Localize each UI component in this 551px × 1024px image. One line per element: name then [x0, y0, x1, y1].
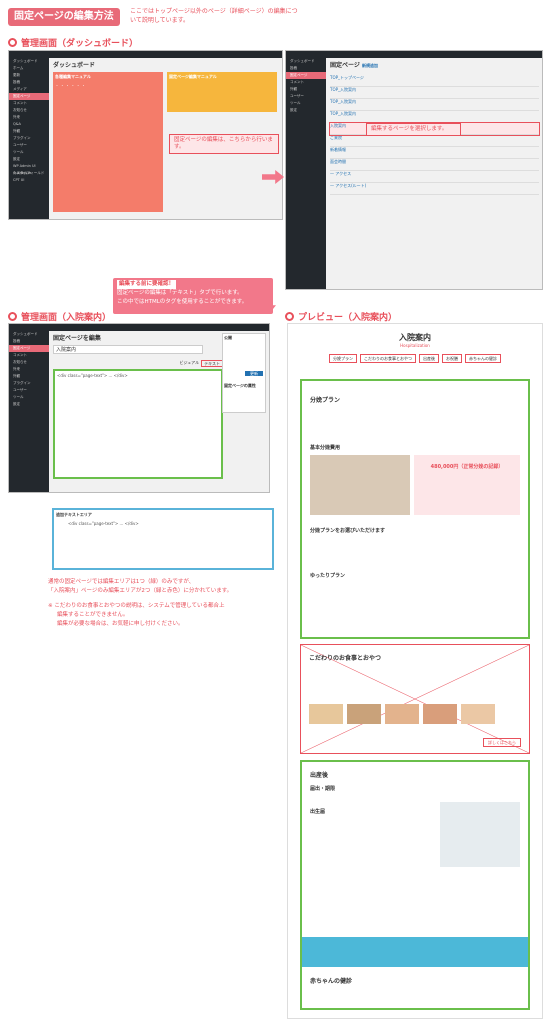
pages-title: 固定ページ 新規追加	[330, 62, 378, 69]
circle-icon	[8, 38, 17, 47]
admin-sidebar: ダッシュボード ホーム 更新 投稿 メディア 固定ページ コメント お知らせ 外来 Q&A 外観…	[9, 58, 49, 219]
tab-food[interactable]: こだわりのお食事とおやつ	[360, 354, 416, 363]
green-area: 分娩プラン 基本分娩費用 480,000円（正常分娩の記録） 分娩プランをお選び…	[300, 379, 530, 639]
tab-plan[interactable]: 分娩プラン	[329, 354, 357, 363]
main-editor[interactable]: <div class="page-text"> ... </div>	[53, 369, 223, 479]
title-input[interactable]: 入院案内	[53, 345, 203, 354]
tab-visual[interactable]: ビジュアル	[180, 360, 200, 367]
page-title: 固定ページの編集方法	[8, 8, 120, 26]
page-manual-widget: 固定ページ編集マニュアル	[167, 72, 277, 112]
table-row[interactable]: 新着情報	[330, 147, 539, 159]
table-row[interactable]: TOP_トップページ	[330, 75, 539, 87]
manual-widget: 各種編集マニュアル ・ ・ ・ ・ ・ ・	[53, 72, 163, 212]
dashboard-screenshot: ダッシュボード ホーム 更新 投稿 メディア 固定ページ コメント お知らせ 外来 Q&A 外観…	[8, 50, 283, 220]
pages-callout: 編集するページを選択します。	[366, 123, 461, 136]
admin-bar	[9, 51, 282, 58]
tab-text[interactable]: テキスト	[201, 360, 223, 367]
room-image	[310, 455, 410, 515]
page: { "header":{"title":"固定ページの編集方法","desc":…	[0, 0, 551, 1024]
section-edit-heading: 管理画面（入院案内）	[8, 310, 111, 323]
table-row[interactable]: TOP_入院案内	[330, 111, 539, 123]
dashboard-callout: 固定ページの編集は、こちらから行います。	[169, 134, 279, 154]
red-area: こだわりのお食事とおやつ 詳しくはこちら	[300, 644, 530, 754]
preview-screenshot: 入院案内 Hospitalization 分娩プラン こだわりのお食事とおやつ …	[287, 323, 543, 1019]
table-row[interactable]: — アクセス(ルート)	[330, 183, 539, 195]
form-image	[440, 802, 520, 867]
edit-note: 編集する前に要確認！ 固定ページの編集は「テキスト」タブで行います。 この中では…	[113, 278, 273, 314]
tab-after[interactable]: 出産後	[419, 354, 439, 363]
circle-icon	[285, 312, 294, 321]
table-row[interactable]: TOP_入院案内	[330, 99, 539, 111]
sub-editor[interactable]: 追加テキストエリア <div class="page-text"> ... </…	[52, 508, 274, 570]
page-description: ここではトップページ以外のページ（詳細ページ）の編集について説明しています。	[130, 8, 298, 24]
explain-text: 通常の固定ページでは編集エリアは1つ（緑）のみですが、 「入院案内」ページのみ編…	[48, 579, 233, 627]
section-preview-heading: プレビュー（入院案内）	[285, 310, 397, 323]
section-dashboard-heading: 管理画面（ダッシュボード）	[8, 36, 138, 49]
table-row[interactable]: 面会時間	[330, 159, 539, 171]
table-row[interactable]: TOP_入院案内	[330, 87, 539, 99]
circle-icon	[8, 312, 17, 321]
more-button[interactable]: 詳しくはこちら	[483, 738, 521, 747]
publish-box: 公開 更新 固定ページの属性	[222, 333, 266, 413]
edit-screenshot: ダッシュボード 投稿 固定ページ コメント お知らせ 外来 外観 プラグイン ユーザー ツール 設定…	[8, 323, 270, 493]
add-new-button[interactable]: 新規追加	[362, 63, 378, 68]
pages-list-screenshot: ダッシュボード 投稿 固定ページ コメント 外観 ユーザー ツール 設定 固定ページ 新規追加…	[285, 50, 543, 290]
green-area-2: 出産後 届出・期限 出生届 赤ちゃんの健診	[300, 760, 530, 1010]
update-button[interactable]: 更新	[245, 371, 263, 376]
table-row[interactable]: ご来院	[330, 135, 539, 147]
tab-baby[interactable]: 赤ちゃんの健診	[465, 354, 501, 363]
tab-meal[interactable]: お祝膳	[442, 354, 462, 363]
dashboard-title: ダッシュボード	[53, 62, 96, 69]
wave-band	[302, 937, 528, 967]
sidebar-item-pages[interactable]: 固定ページ	[9, 93, 49, 100]
table-row[interactable]: — アクセス	[330, 171, 539, 183]
